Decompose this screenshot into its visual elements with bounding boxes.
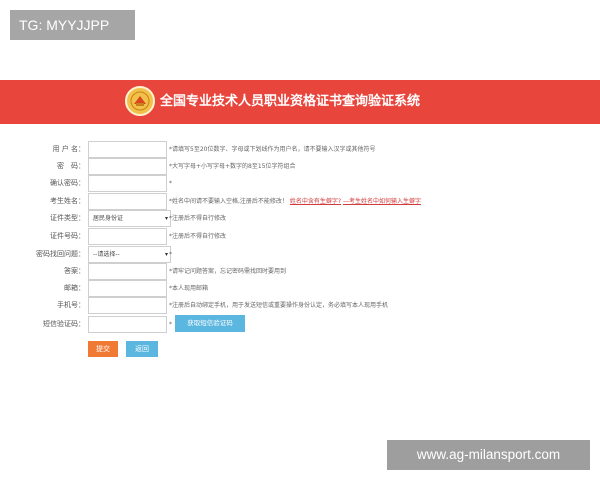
security-question-label: 密码找回问题：: [36, 250, 85, 258]
email-input[interactable]: [88, 280, 167, 297]
pta-emblem-icon: [125, 86, 155, 116]
form-row-sms-code: 短信验证码： * 获取短信验证码: [0, 315, 600, 333]
email-hint: *本人现用邮箱: [169, 285, 209, 292]
form-row-answer: 答案： *请牢记问题答案，忘记密码需找回时要用到: [0, 263, 600, 280]
security-question-select[interactable]: --请选择-- ▾: [88, 246, 171, 263]
sms-code-label: 短信验证码：: [43, 320, 85, 328]
rare-char-howto-link[interactable]: —考生姓名中如何输入生僻字: [343, 198, 421, 205]
sms-code-input[interactable]: [88, 316, 167, 333]
password-input[interactable]: [88, 158, 167, 175]
form-row-name: 考生姓名： *姓名中间请不要输入空格,注册后不能修改！ 姓名中含有生僻字? —考…: [0, 193, 600, 210]
answer-hint: *请牢记问题答案，忘记密码需找回时要用到: [169, 268, 287, 275]
watermark-bottom-right: www.ag-milansport.com: [387, 440, 590, 470]
email-label: 邮箱：: [64, 284, 85, 292]
submit-button[interactable]: 提交: [88, 341, 118, 357]
security-question-value: --请选择--: [93, 251, 120, 258]
rare-char-link[interactable]: 姓名中含有生僻字?: [290, 198, 341, 205]
id-number-hint: *注册后不得自行修改: [169, 233, 227, 240]
phone-label: 手机号：: [57, 301, 85, 309]
confirm-password-hint: *: [169, 180, 172, 187]
confirm-password-input[interactable]: [88, 175, 167, 192]
name-hint: *姓名中间请不要输入空格,注册后不能修改！ 姓名中含有生僻字? —考生姓名中如何…: [169, 193, 421, 210]
form-row-phone: 手机号： *注册后自动绑定手机，用于发送短信或重要操作身份认定，务必填写本人现用…: [0, 297, 600, 314]
confirm-password-label: 确认密码：: [50, 179, 85, 187]
name-input[interactable]: [88, 193, 167, 210]
page-title: 全国专业技术人员职业资格证书查询验证系统: [160, 94, 421, 109]
form-row-confirm-password: 确认密码： *: [0, 175, 600, 192]
form-row-id-number: 证件号码： *注册后不得自行修改: [0, 228, 600, 245]
id-number-label: 证件号码：: [50, 232, 85, 240]
sms-code-hint: *: [169, 321, 172, 328]
name-hint-text: *姓名中间请不要输入空格,注册后不能修改！: [169, 198, 288, 205]
id-number-input[interactable]: [88, 228, 167, 245]
username-label: 用 户 名：: [52, 145, 85, 153]
id-type-hint: *注册后不得自行修改: [169, 215, 227, 222]
id-type-value: 居民身份证: [93, 215, 124, 222]
back-button[interactable]: 返回: [126, 341, 158, 357]
form-row-id-type: 证件类型： 居民身份证 ▾ *注册后不得自行修改: [0, 210, 600, 227]
password-label: 密 码：: [57, 162, 85, 170]
security-question-hint: *: [169, 251, 172, 258]
name-label: 考生姓名：: [50, 197, 85, 205]
form-row-password: 密 码： *大写字母+小写字母+数字的8至15位字符组合: [0, 158, 600, 175]
username-input[interactable]: [88, 141, 167, 158]
password-hint: *大写字母+小写字母+数字的8至15位字符组合: [169, 163, 296, 170]
dropdown-arrow-icon: ▾: [164, 251, 168, 258]
form-row-email: 邮箱： *本人现用邮箱: [0, 280, 600, 297]
answer-label: 答案：: [64, 267, 85, 275]
form-row-security-question: 密码找回问题： --请选择-- ▾ *: [0, 246, 600, 263]
answer-input[interactable]: [88, 263, 167, 280]
phone-hint: *注册后自动绑定手机，用于发送短信或重要操作身份认定，务必填写本人现用手机: [169, 302, 389, 309]
username-hint: *请填写5至20位数字、字母或下划线作为用户名，请不要输入汉字或其他符号: [169, 146, 376, 153]
phone-input[interactable]: [88, 297, 167, 314]
watermark-top-left: TG: MYYJJPP: [10, 10, 135, 40]
id-type-select[interactable]: 居民身份证 ▾: [88, 210, 171, 227]
form-row-username: 用 户 名： *请填写5至20位数字、字母或下划线作为用户名，请不要输入汉字或其…: [0, 141, 600, 158]
dropdown-arrow-icon: ▾: [164, 215, 168, 222]
id-type-label: 证件类型：: [50, 214, 85, 222]
get-sms-code-button[interactable]: 获取短信验证码: [175, 315, 245, 332]
